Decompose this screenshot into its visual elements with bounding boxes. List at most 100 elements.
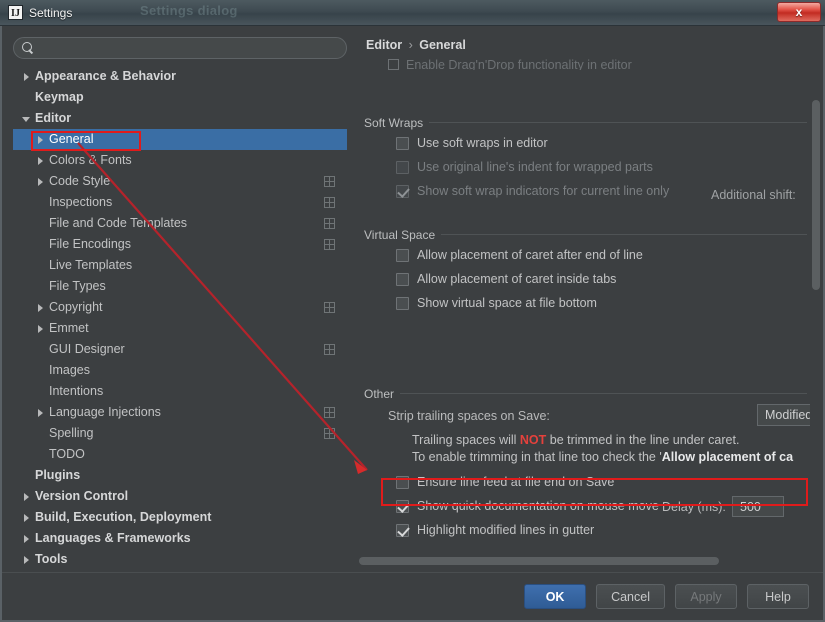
horizontal-scrollbar[interactable] xyxy=(358,555,810,566)
sidebar-item-appearance-behavior[interactable]: Appearance & Behavior xyxy=(13,66,347,87)
sidebar-item-intentions[interactable]: Intentions xyxy=(13,381,347,402)
intellij-logo-icon: IJ xyxy=(8,5,23,20)
sidebar-item-keymap[interactable]: Keymap xyxy=(13,87,347,108)
checkbox-row-quick-documentation[interactable]: Show quick documentation on mouse move D… xyxy=(364,494,807,518)
sidebar-item-label: Spelling xyxy=(49,426,94,440)
checkbox-icon[interactable] xyxy=(396,296,409,310)
chevron-right-icon[interactable] xyxy=(21,554,33,566)
chevron-right-icon[interactable] xyxy=(21,533,33,545)
chevron-down-icon[interactable] xyxy=(21,113,33,125)
group-divider xyxy=(364,393,807,394)
sidebar-item-label: Live Templates xyxy=(49,258,133,272)
sidebar-item-label: Inspections xyxy=(49,195,113,209)
checkbox-icon[interactable] xyxy=(396,184,409,198)
sidebar-item-gui-designer[interactable]: GUI Designer xyxy=(13,339,347,360)
group-header: Virtual Space xyxy=(364,226,807,243)
chevron-right-icon[interactable] xyxy=(21,512,33,524)
sidebar-item-file-types[interactable]: File Types xyxy=(13,276,347,297)
checkbox-row-highlight-modified-lines[interactable]: Highlight modified lines in gutter xyxy=(364,518,807,542)
checkbox-label: Show quick documentation on mouse move xyxy=(417,499,659,513)
chevron-right-icon[interactable] xyxy=(21,491,33,503)
checkbox-icon[interactable] xyxy=(396,136,409,150)
sidebar-item-tools[interactable]: Tools xyxy=(13,549,347,567)
sidebar-item-plugins[interactable]: Plugins xyxy=(13,465,347,486)
project-settings-icon xyxy=(324,407,335,418)
chevron-right-icon[interactable] xyxy=(35,134,47,146)
note-pre: Trailing spaces will xyxy=(412,433,520,447)
dialog-body: Appearance & Behavior Keymap Editor General… xyxy=(0,26,825,622)
title-bar-left: IJ Settings xyxy=(0,5,72,20)
settings-tree[interactable]: Appearance & Behavior Keymap Editor General… xyxy=(13,65,347,567)
sidebar-item-file-encodings[interactable]: File Encodings xyxy=(13,234,347,255)
search-box[interactable] xyxy=(13,37,347,59)
sidebar-item-label: GUI Designer xyxy=(49,342,125,356)
checkbox-icon[interactable] xyxy=(396,475,409,489)
breadcrumb: Editor › General xyxy=(366,38,466,52)
sidebar-item-general[interactable]: General xyxy=(13,129,347,150)
checkbox-label: Show virtual space at file bottom xyxy=(417,296,597,310)
checkbox-icon[interactable] xyxy=(396,499,409,513)
search-input[interactable] xyxy=(34,41,346,55)
delay-input[interactable]: 500 xyxy=(732,496,784,517)
search-icon xyxy=(22,42,34,54)
sidebar-item-build-execution-deployment[interactable]: Build, Execution, Deployment xyxy=(13,507,347,528)
vertical-scrollbar[interactable] xyxy=(810,58,821,566)
sidebar-item-label: Appearance & Behavior xyxy=(35,69,177,83)
group-title: Virtual Space xyxy=(364,228,442,242)
ok-button[interactable]: OK xyxy=(524,584,587,609)
chevron-right-icon[interactable] xyxy=(35,407,47,419)
delay-value: 500 xyxy=(740,499,761,514)
sidebar-item-todo[interactable]: TODO xyxy=(13,444,347,465)
checkbox-row-caret-after-eol[interactable]: Allow placement of caret after end of li… xyxy=(364,243,807,267)
group-divider xyxy=(364,122,807,123)
settings-detail-pane: Editor › General Enable Drag'n'Drop func… xyxy=(358,32,821,572)
sidebar-item-languages-frameworks[interactable]: Languages & Frameworks xyxy=(13,528,347,549)
help-button[interactable]: Help xyxy=(747,584,809,609)
checkbox-icon[interactable] xyxy=(396,160,409,174)
group-header: Soft Wraps xyxy=(364,114,807,131)
checkbox-icon[interactable] xyxy=(396,523,409,537)
strip-trailing-spaces-combo[interactable]: Modified xyxy=(757,404,813,426)
sidebar-item-inspections[interactable]: Inspections xyxy=(13,192,347,213)
checkbox-icon[interactable] xyxy=(396,248,409,262)
group-other: Other Strip trailing spaces on Save: Mod… xyxy=(364,385,813,542)
sidebar-item-emmet[interactable]: Emmet xyxy=(13,318,347,339)
sidebar-item-label: Plugins xyxy=(35,468,81,482)
sidebar-item-file-and-code-templates[interactable]: File and Code Templates xyxy=(13,213,347,234)
checkbox-row-use-soft-wraps[interactable]: Use soft wraps in editor xyxy=(364,131,807,155)
sidebar-item-copyright[interactable]: Copyright xyxy=(13,297,347,318)
combo-value: Modified xyxy=(765,408,813,422)
checkbox-row-original-indent[interactable]: Use original line's indent for wrapped p… xyxy=(364,155,807,179)
horizontal-scrollbar-thumb[interactable] xyxy=(359,557,719,565)
checkbox-row-virtual-space-bottom[interactable]: Show virtual space at file bottom xyxy=(364,291,807,315)
breadcrumb-parent[interactable]: Editor xyxy=(366,38,402,52)
sidebar-item-label: Code Style xyxy=(49,174,111,188)
vertical-scrollbar-thumb[interactable] xyxy=(812,100,820,290)
chevron-right-icon[interactable] xyxy=(35,155,47,167)
close-icon[interactable]: x xyxy=(777,2,821,22)
chevron-right-icon[interactable] xyxy=(35,176,47,188)
chevron-right-icon[interactable] xyxy=(35,302,47,314)
cancel-button[interactable]: Cancel xyxy=(596,584,665,609)
sidebar-item-language-injections[interactable]: Language Injections xyxy=(13,402,347,423)
sidebar-item-colors-fonts[interactable]: Colors & Fonts xyxy=(13,150,347,171)
checkbox-row-caret-inside-tabs[interactable]: Allow placement of caret inside tabs xyxy=(364,267,807,291)
apply-button[interactable]: Apply xyxy=(675,584,737,609)
sidebar-item-code-style[interactable]: Code Style xyxy=(13,171,347,192)
chevron-right-icon[interactable] xyxy=(21,71,33,83)
checkbox-row-ensure-line-feed[interactable]: Ensure line feed at file end on Save xyxy=(364,470,807,494)
sidebar-item-live-templates[interactable]: Live Templates xyxy=(13,255,347,276)
sidebar-item-images[interactable]: Images xyxy=(13,360,347,381)
sidebar-item-version-control[interactable]: Version Control xyxy=(13,486,347,507)
sidebar-item-editor[interactable]: Editor xyxy=(13,108,347,129)
note-pre: To enable trimming in that line too chec… xyxy=(412,450,662,464)
sidebar-item-spelling[interactable]: Spelling xyxy=(13,423,347,444)
chevron-right-icon[interactable] xyxy=(35,323,47,335)
checkbox-icon[interactable] xyxy=(396,272,409,286)
group-header: Other xyxy=(364,385,807,402)
